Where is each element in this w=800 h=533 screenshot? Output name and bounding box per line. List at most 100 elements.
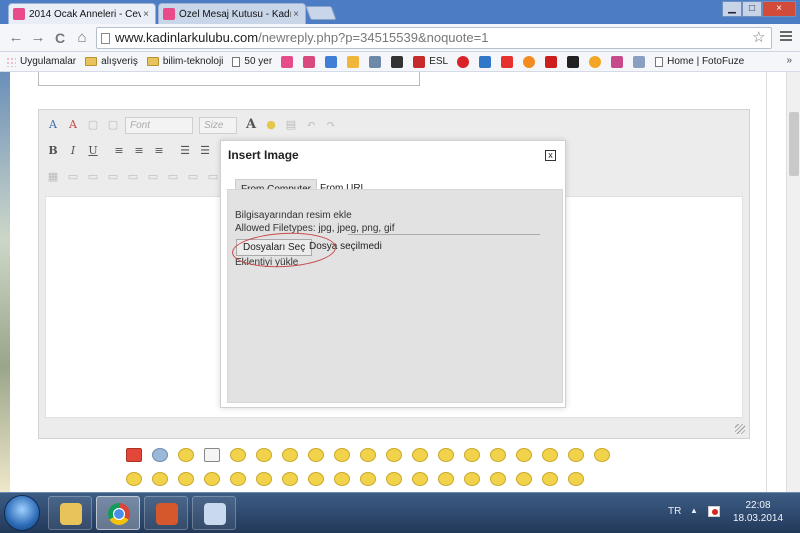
bookmark-site-icon[interactable] bbox=[567, 55, 580, 68]
align-center-icon[interactable]: ≡ bbox=[131, 143, 147, 159]
taskbar-explorer[interactable] bbox=[48, 496, 92, 530]
system-clock[interactable]: 22:08 18.03.2014 bbox=[730, 499, 786, 525]
bookmark-site-icon[interactable] bbox=[347, 55, 360, 68]
smiley-icon[interactable] bbox=[152, 472, 168, 486]
smiley-icon[interactable] bbox=[308, 472, 324, 486]
smiley-icon[interactable] bbox=[178, 448, 194, 462]
tab-ocak-anneleri[interactable]: 2014 Ocak Anneleri - Ceva × bbox=[8, 3, 156, 24]
bookmark-fotofuze[interactable]: Home | FotoFuze bbox=[655, 56, 744, 67]
smiley-icon[interactable] bbox=[464, 448, 480, 462]
smiley-icon[interactable] bbox=[438, 448, 454, 462]
table-icon[interactable]: ▦ bbox=[45, 169, 61, 185]
bookmarks-overflow-icon[interactable]: » bbox=[786, 55, 792, 66]
smiley-icon[interactable] bbox=[334, 472, 350, 486]
code-icon[interactable]: ▭ bbox=[165, 169, 181, 185]
bookmark-site-icon[interactable] bbox=[303, 55, 316, 68]
smiley-icon[interactable] bbox=[386, 472, 402, 486]
smiley-icon[interactable] bbox=[516, 448, 532, 462]
taskbar-chrome[interactable] bbox=[96, 496, 140, 530]
smiley-icon[interactable] bbox=[542, 448, 558, 462]
switch-mode-icon[interactable]: A bbox=[45, 117, 61, 133]
bookmark-site-icon[interactable] bbox=[369, 55, 382, 68]
back-button[interactable]: ← bbox=[6, 28, 26, 48]
quote-icon[interactable]: ▭ bbox=[145, 169, 161, 185]
bookmark-site-icon[interactable] bbox=[589, 55, 602, 68]
redo-icon[interactable]: ↷ bbox=[323, 117, 339, 133]
bookmark-esl[interactable]: ESL bbox=[413, 55, 448, 68]
smiley-icon[interactable] bbox=[594, 448, 610, 462]
text-color-icon[interactable]: A bbox=[243, 117, 259, 133]
smiley-icon[interactable] bbox=[230, 472, 246, 486]
forward-button[interactable]: → bbox=[28, 28, 48, 48]
new-tab-button[interactable] bbox=[305, 6, 337, 20]
maximize-button[interactable]: □ bbox=[742, 1, 762, 17]
smiley-icon[interactable] bbox=[256, 472, 272, 486]
smiley-icon[interactable] bbox=[360, 448, 376, 462]
bookmark-site-icon[interactable] bbox=[457, 55, 470, 68]
language-indicator[interactable]: TR bbox=[668, 506, 681, 517]
minimize-button[interactable]: ▁ bbox=[722, 1, 742, 17]
bookmark-site-icon[interactable] bbox=[501, 55, 514, 68]
smiley-icon[interactable] bbox=[412, 472, 428, 486]
bookmark-site-icon[interactable] bbox=[325, 55, 338, 68]
bookmark-50-yer[interactable]: 50 yer bbox=[232, 56, 272, 67]
resize-grip-icon[interactable] bbox=[735, 424, 745, 434]
show-hidden-icons-icon[interactable]: ▲ bbox=[690, 506, 698, 515]
smiley-icon[interactable] bbox=[126, 472, 142, 486]
smiley-icon[interactable] bbox=[308, 448, 324, 462]
close-tab-icon[interactable]: × bbox=[291, 9, 301, 20]
undo-icon[interactable]: ↶ bbox=[303, 117, 319, 133]
align-left-icon[interactable]: ≡ bbox=[111, 143, 127, 159]
smiley-icon[interactable] bbox=[334, 448, 350, 462]
start-button[interactable] bbox=[4, 495, 40, 531]
php-icon[interactable]: ▭ bbox=[185, 169, 201, 185]
title-input[interactable] bbox=[38, 72, 420, 86]
paste-icon[interactable]: ▤ bbox=[283, 117, 299, 133]
smiley-icon[interactable] bbox=[204, 472, 220, 486]
bookmark-site-icon[interactable] bbox=[545, 55, 558, 68]
bookmark-site-icon[interactable] bbox=[611, 55, 624, 68]
bookmark-site-icon[interactable] bbox=[391, 55, 404, 68]
bookmark-star-icon[interactable]: ☆ bbox=[752, 28, 765, 46]
close-tab-icon[interactable]: × bbox=[141, 9, 151, 20]
smiley-icon[interactable] bbox=[490, 448, 506, 462]
smiley-icon[interactable] bbox=[464, 472, 480, 486]
smiley-icon[interactable] bbox=[256, 448, 272, 462]
home-button[interactable]: ⌂ bbox=[72, 28, 92, 48]
unlink-icon[interactable]: ▭ bbox=[85, 169, 101, 185]
smiley-icon[interactable] bbox=[516, 472, 532, 486]
bookmark-apps[interactable]: Uygulamalar bbox=[6, 56, 76, 67]
video-icon[interactable]: ▭ bbox=[125, 169, 141, 185]
bookmark-folder-bilim[interactable]: bilim-teknoloji bbox=[146, 56, 223, 67]
scrollbar-thumb[interactable] bbox=[789, 112, 799, 176]
html-icon[interactable]: ▭ bbox=[205, 169, 221, 185]
unordered-list-icon[interactable]: ☰ bbox=[197, 143, 213, 159]
bookmark-site-icon[interactable] bbox=[479, 55, 492, 68]
smiley-icon[interactable] bbox=[568, 448, 584, 462]
cut-icon[interactable]: ▢ bbox=[85, 117, 101, 133]
reload-button[interactable]: C bbox=[50, 28, 70, 48]
bookmark-folder-alisveris[interactable]: alışveriş bbox=[85, 56, 138, 67]
bold-button[interactable]: B bbox=[45, 143, 61, 159]
smiley-icon[interactable] bbox=[412, 448, 428, 462]
menu-icon[interactable] bbox=[780, 31, 792, 43]
tab-ozel-mesaj[interactable]: Özel Mesaj Kutusu - Kadın × bbox=[158, 3, 306, 24]
smiley-icon[interactable] bbox=[360, 472, 376, 486]
dialog-close-button[interactable]: x bbox=[545, 150, 556, 161]
bookmark-site-icon[interactable] bbox=[281, 55, 294, 68]
image-icon[interactable]: ▭ bbox=[105, 169, 121, 185]
smiley-icon[interactable] bbox=[438, 472, 454, 486]
address-bar[interactable]: www.kadinlarkulubu.com/newreply.php?p=34… bbox=[96, 27, 772, 49]
link-icon[interactable]: ▭ bbox=[65, 169, 81, 185]
smiley-sign-icon[interactable] bbox=[204, 448, 220, 462]
action-center-flag-icon[interactable] bbox=[708, 506, 720, 517]
smiley-icon[interactable] bbox=[282, 448, 298, 462]
smiley-icon[interactable] bbox=[490, 472, 506, 486]
vertical-scrollbar[interactable] bbox=[786, 72, 800, 492]
ordered-list-icon[interactable]: ☰ bbox=[177, 143, 193, 159]
copy-icon[interactable]: ▢ bbox=[105, 117, 121, 133]
taskbar-paint[interactable] bbox=[192, 496, 236, 530]
taskbar-app[interactable] bbox=[144, 496, 188, 530]
smiley-flag-icon[interactable] bbox=[126, 448, 142, 462]
underline-button[interactable]: U bbox=[85, 143, 101, 159]
